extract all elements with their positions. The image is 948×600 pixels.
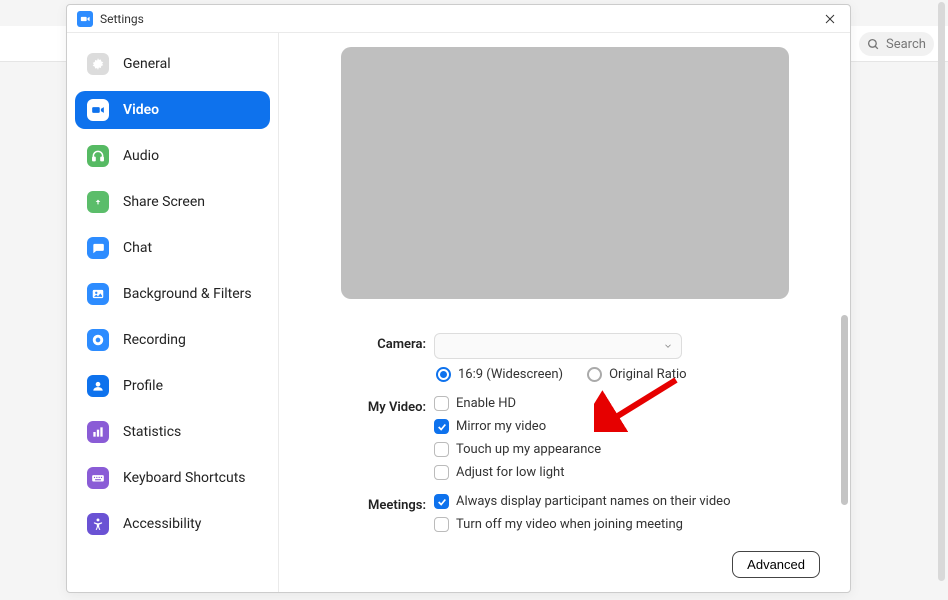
sidebar-item-label: Keyboard Shortcuts	[123, 470, 246, 486]
label-meetings: Meetings:	[339, 494, 434, 563]
titlebar-left: Settings	[77, 11, 144, 27]
checkbox-input	[434, 442, 449, 457]
checkbox-label: Mirror my video	[456, 419, 546, 434]
sidebar-item-label: Recording	[123, 332, 186, 348]
checkbox-input	[434, 465, 449, 480]
checkbox-input	[434, 396, 449, 411]
sidebar-item-label: Video	[123, 102, 159, 118]
background-icon	[87, 283, 109, 305]
radio-label: Original Ratio	[609, 367, 687, 382]
radio-input	[587, 367, 602, 382]
headphones-icon	[87, 145, 109, 167]
sidebar-item-video[interactable]: Video	[75, 91, 270, 129]
label-myvideo: My Video:	[339, 396, 434, 488]
checkbox-label: Touch up my appearance	[456, 442, 601, 457]
profile-icon	[87, 375, 109, 397]
sidebar-item-recording[interactable]: Recording	[75, 321, 270, 359]
checkbox-input-checked	[434, 419, 449, 434]
window-title: Settings	[100, 12, 144, 26]
checkbox-label: Adjust for low light	[456, 465, 564, 480]
content-scrollbar[interactable]	[841, 315, 848, 505]
video-settings-form: Camera: 16:9 (Widescreen)	[339, 333, 820, 569]
sidebar-item-profile[interactable]: Profile	[75, 367, 270, 405]
sidebar-item-statistics[interactable]: Statistics	[75, 413, 270, 451]
close-icon	[824, 13, 836, 25]
sidebar-item-share-screen[interactable]: Share Screen	[75, 183, 270, 221]
video-icon	[87, 99, 109, 121]
footer: Advanced	[732, 551, 820, 578]
checkbox-display-names[interactable]: Always display participant names on thei…	[434, 494, 820, 509]
label-camera: Camera:	[339, 333, 434, 390]
sidebar-item-audio[interactable]: Audio	[75, 137, 270, 175]
checkbox-label: Turn off my video when joining meeting	[456, 517, 683, 532]
chevron-down-icon	[663, 341, 673, 351]
sidebar-item-label: Background & Filters	[123, 286, 252, 302]
radio-169[interactable]: 16:9 (Widescreen)	[436, 367, 563, 382]
gear-icon	[87, 53, 109, 75]
checkbox-label: Always display participant names on thei…	[456, 494, 730, 509]
sidebar-item-background-filters[interactable]: Background & Filters	[75, 275, 270, 313]
checkbox-touch-up[interactable]: Touch up my appearance	[434, 442, 820, 457]
sidebar: General Video Audio Share Screen	[67, 33, 279, 592]
sidebar-item-label: General	[123, 56, 171, 72]
checkbox-enable-hd[interactable]: Enable HD	[434, 396, 820, 411]
camera-dropdown[interactable]	[434, 333, 682, 359]
content-panel: Camera: 16:9 (Widescreen)	[279, 33, 850, 592]
sidebar-item-chat[interactable]: Chat	[75, 229, 270, 267]
close-button[interactable]	[820, 9, 840, 29]
radio-input-checked	[436, 367, 451, 382]
video-preview	[341, 47, 789, 299]
sidebar-item-label: Audio	[123, 148, 159, 164]
sidebar-item-accessibility[interactable]: Accessibility	[75, 505, 270, 543]
sidebar-item-label: Share Screen	[123, 194, 205, 210]
checkbox-turn-off-video[interactable]: Turn off my video when joining meeting	[434, 517, 820, 532]
recording-icon	[87, 329, 109, 351]
page-scrollbar[interactable]	[938, 2, 945, 581]
sidebar-item-keyboard-shortcuts[interactable]: Keyboard Shortcuts	[75, 459, 270, 497]
search-placeholder: Search	[886, 37, 926, 52]
search-input[interactable]: Search	[859, 32, 934, 56]
settings-window: Settings General Video	[66, 4, 851, 593]
checkbox-mirror-video[interactable]: Mirror my video	[434, 419, 820, 434]
advanced-button[interactable]: Advanced	[732, 551, 820, 578]
search-icon	[867, 38, 880, 51]
titlebar: Settings	[67, 5, 850, 33]
checkbox-input-checked	[434, 494, 449, 509]
checkbox-low-light[interactable]: Adjust for low light	[434, 465, 820, 480]
checkbox-label: Enable HD	[456, 396, 516, 411]
sidebar-item-general[interactable]: General	[75, 45, 270, 83]
radio-original[interactable]: Original Ratio	[587, 367, 687, 382]
checkbox-input	[434, 517, 449, 532]
accessibility-icon	[87, 513, 109, 535]
app-logo	[77, 11, 93, 27]
chat-icon	[87, 237, 109, 259]
settings-body: General Video Audio Share Screen	[67, 33, 850, 592]
sidebar-item-label: Accessibility	[123, 516, 201, 532]
statistics-icon	[87, 421, 109, 443]
share-screen-icon	[87, 191, 109, 213]
keyboard-icon	[87, 467, 109, 489]
sidebar-item-label: Statistics	[123, 424, 181, 440]
radio-label: 16:9 (Widescreen)	[458, 367, 563, 382]
sidebar-item-label: Chat	[123, 240, 152, 256]
sidebar-item-label: Profile	[123, 378, 163, 394]
